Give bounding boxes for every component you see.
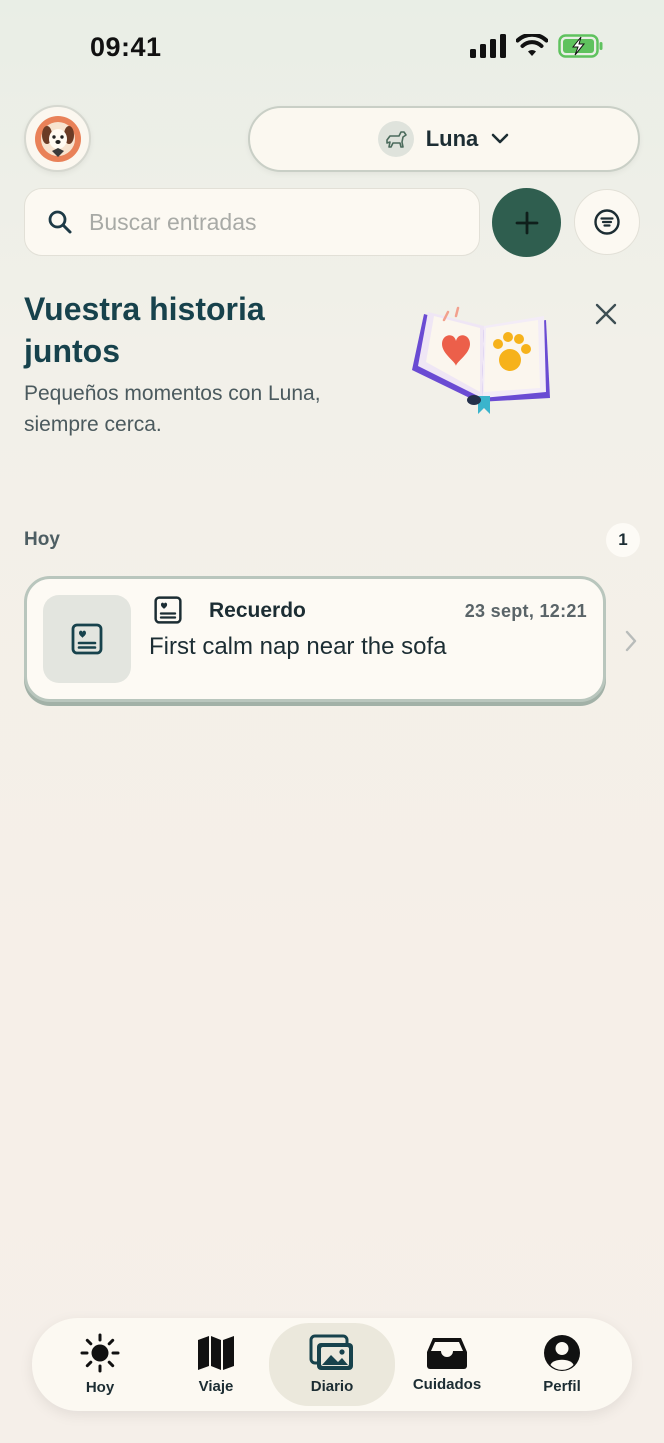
nav-item-cuidados[interactable]: Cuidados	[400, 1323, 494, 1406]
chevron-down-icon	[491, 133, 509, 144]
wifi-icon	[516, 34, 548, 56]
map-icon	[198, 1336, 234, 1370]
entry-type: Recuerdo	[209, 599, 306, 622]
photos-icon	[309, 1334, 353, 1370]
add-entry-button[interactable]	[492, 188, 561, 257]
close-icon	[595, 303, 617, 325]
entry-title: First calm nap near the sofa	[149, 633, 447, 660]
user-circle-icon	[544, 1335, 580, 1371]
nav-label-viaje: Viaje	[198, 1378, 234, 1395]
status-icons	[470, 34, 604, 58]
sun-icon	[80, 1333, 120, 1373]
search-input[interactable]: Buscar entradas	[24, 188, 480, 256]
nav-item-perfil[interactable]: Perfil	[514, 1323, 610, 1406]
nav-item-viaje[interactable]: Viaje	[168, 1323, 264, 1406]
pet-selector[interactable]: Luna	[248, 106, 640, 172]
memory-card-icon	[71, 623, 103, 655]
nav-item-hoy[interactable]: Hoy	[52, 1323, 148, 1406]
pet-name: Luna	[425, 126, 479, 151]
search-icon	[48, 210, 72, 234]
entry-count-badge: 1	[606, 523, 640, 557]
journal-entry-card[interactable]: Recuerdo 23 sept, 12:21 First calm nap n…	[24, 576, 606, 702]
section-label-today: Hoy	[24, 529, 60, 550]
status-bar: 09:41	[0, 0, 664, 96]
chevron-right-icon[interactable]	[622, 628, 640, 654]
memory-type-icon	[153, 595, 183, 630]
dog-avatar-icon[interactable]	[24, 105, 91, 172]
filter-icon	[594, 209, 620, 235]
close-hero-button[interactable]	[588, 296, 624, 332]
bottom-nav: Hoy Viaje Diario Cuidados Perfil	[32, 1318, 632, 1411]
hero-subtitle: Pequeños momentos con Luna, siempre cerc…	[24, 382, 321, 436]
dog-icon	[377, 121, 414, 157]
search-placeholder: Buscar entradas	[89, 208, 257, 235]
status-time: 09:41	[90, 32, 162, 62]
nav-label-perfil: Perfil	[543, 1378, 581, 1395]
inbox-icon	[427, 1338, 467, 1369]
open-book-heart-paw-icon	[404, 300, 564, 424]
nav-item-diario[interactable]: Diario	[269, 1323, 395, 1406]
filter-button[interactable]	[574, 189, 640, 255]
signal-icon	[470, 34, 506, 58]
entry-date: 23 sept, 12:21	[464, 601, 587, 621]
hero-title: Vuestra historia juntos	[24, 291, 265, 369]
entry-thumbnail	[43, 595, 131, 683]
nav-label-hoy: Hoy	[85, 1379, 115, 1396]
nav-label-diario: Diario	[310, 1378, 354, 1395]
plus-icon	[515, 211, 538, 234]
battery-charging-icon	[558, 34, 603, 58]
nav-label-cuidados: Cuidados	[412, 1376, 482, 1393]
